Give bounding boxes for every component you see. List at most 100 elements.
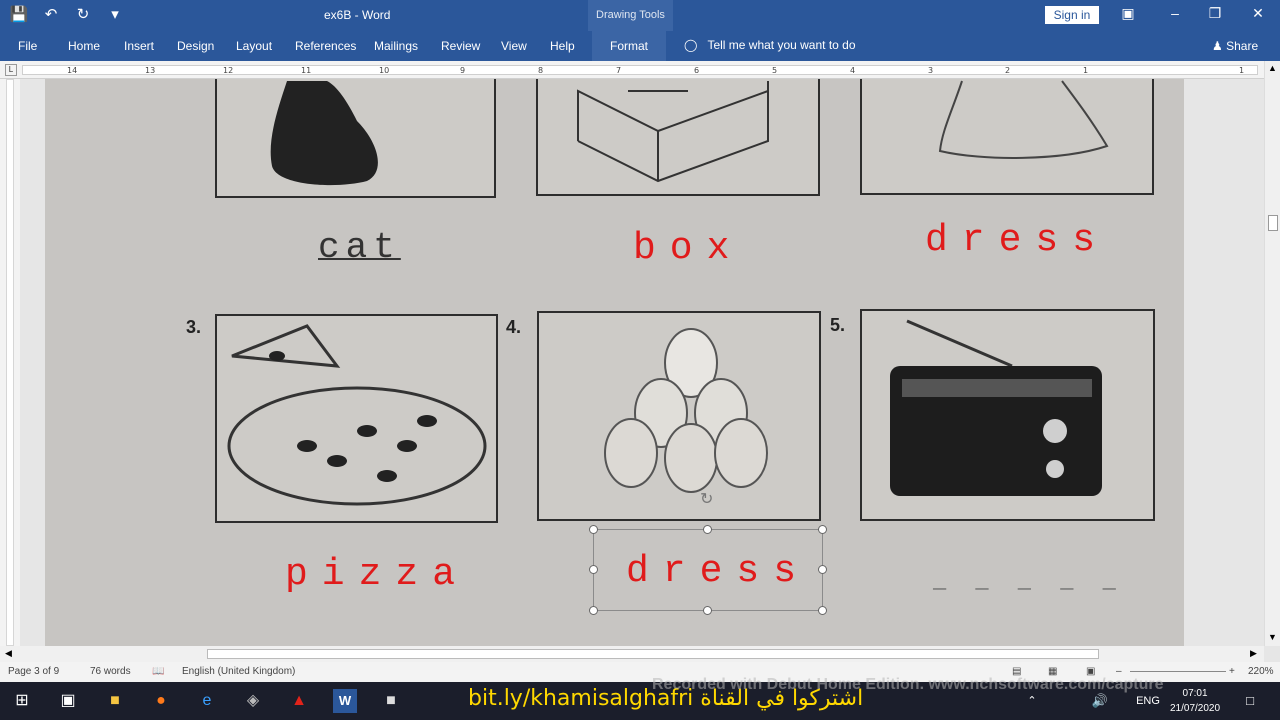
resize-handle[interactable] (818, 565, 827, 574)
resize-handle[interactable] (703, 606, 712, 615)
tray-expand-icon[interactable]: ⌃ (1020, 689, 1044, 713)
minimize-icon[interactable]: – (1163, 5, 1187, 21)
scroll-left-icon[interactable]: ◀ (5, 648, 12, 659)
clock[interactable]: 07:01 21/07/2020 (1170, 686, 1220, 716)
tab-help[interactable]: Help (550, 39, 575, 53)
word-cat[interactable]: cat (318, 227, 401, 268)
resize-handle[interactable] (818, 606, 827, 615)
tab-file[interactable]: File (18, 39, 37, 53)
ruler-label: 3 (928, 66, 934, 75)
file-explorer-icon[interactable]: ■ (103, 689, 127, 713)
tab-view[interactable]: View (501, 39, 527, 53)
close-icon[interactable]: ✕ (1246, 5, 1270, 22)
ruler-label: 5 (772, 66, 778, 75)
pizza-image (227, 324, 487, 506)
proofing-icon[interactable]: 📖 (152, 666, 164, 677)
quick-access-toolbar: 💾 ↶ ↻ ▾ (8, 5, 126, 25)
zoom-level[interactable]: 220% (1248, 666, 1274, 677)
customize-qat-icon[interactable]: ▾ (104, 5, 126, 25)
redo-icon[interactable]: ↻ (72, 5, 94, 25)
picture-dress[interactable] (860, 79, 1154, 195)
tab-references[interactable]: References (295, 39, 356, 53)
clock-time: 07:01 (1182, 688, 1208, 699)
ruler-label: 11 (301, 66, 312, 75)
save-icon[interactable]: 💾 (8, 5, 30, 25)
recorder-icon[interactable]: ■ (379, 689, 403, 713)
volume-icon[interactable]: 🔊 (1088, 689, 1112, 713)
word-dress-top[interactable]: dress (925, 219, 1109, 262)
zoom-slider[interactable] (1130, 671, 1226, 672)
ruler-track: 14 13 12 11 10 9 8 7 6 5 4 3 2 1 1 (22, 65, 1258, 75)
picture-radio[interactable] (860, 309, 1155, 521)
resize-handle[interactable] (589, 606, 598, 615)
scroll-right-icon[interactable]: ▶ (1250, 648, 1257, 659)
horizontal-ruler[interactable]: L 14 13 12 11 10 9 8 7 6 5 4 3 2 1 1 (0, 61, 1264, 79)
ruler-label: 10 (379, 66, 390, 75)
picture-cat[interactable] (215, 79, 496, 198)
vertical-scrollbar[interactable]: ▲ ▼ (1264, 61, 1280, 646)
selected-textbox[interactable]: dress (589, 525, 827, 615)
ruler-label: 2 (1005, 66, 1011, 75)
page-indicator[interactable]: Page 3 of 9 (8, 666, 59, 677)
resize-handle[interactable] (589, 565, 598, 574)
task-view-icon[interactable]: ▣ (56, 689, 80, 713)
rotate-handle-icon[interactable]: ↻ (700, 489, 713, 509)
vertical-scroll-thumb[interactable] (1268, 215, 1278, 231)
word-count[interactable]: 76 words (90, 666, 131, 677)
picture-eggs[interactable] (537, 311, 821, 521)
restore-icon[interactable]: ❐ (1203, 5, 1227, 22)
clock-date: 21/07/2020 (1170, 703, 1221, 714)
tab-layout[interactable]: Layout (236, 39, 272, 53)
language-indicator[interactable]: English (United Kingdom) (182, 666, 295, 677)
answer-blanks[interactable]: _ _ _ _ _ (933, 569, 1124, 594)
paint-icon[interactable]: ◈ (241, 689, 265, 713)
scroll-down-icon[interactable]: ▼ (1268, 632, 1277, 642)
word-taskbar-icon[interactable]: W (333, 689, 357, 713)
ruler-label: 8 (538, 66, 544, 75)
ruler-label: 7 (616, 66, 622, 75)
picture-pizza[interactable] (215, 314, 498, 523)
drawing-tools-label: Drawing Tools (588, 0, 673, 31)
windows-start-icon[interactable]: ⊞ (10, 689, 34, 713)
word-dress-selected[interactable]: dress (626, 550, 810, 593)
dress-image (938, 80, 1109, 159)
person-icon: ♟ (1212, 39, 1223, 53)
lightbulb-icon: ◯ (684, 38, 698, 52)
ruler-label: 4 (850, 66, 856, 75)
tab-home[interactable]: Home (68, 39, 100, 53)
resize-handle[interactable] (818, 525, 827, 534)
horizontal-scroll-thumb[interactable] (207, 649, 1099, 659)
share-button[interactable]: ♟ Share (1212, 39, 1258, 53)
tab-insert[interactable]: Insert (124, 39, 154, 53)
vertical-ruler[interactable] (0, 79, 20, 646)
horizontal-scrollbar[interactable]: ◀ ▶ (0, 646, 1264, 662)
title-bar: 💾 ↶ ↻ ▾ ex6B - Word Drawing Tools Sign i… (0, 0, 1280, 31)
word-pizza[interactable]: pizza (285, 553, 469, 596)
item-number: 4. (506, 317, 522, 337)
tab-format[interactable]: Format (592, 31, 666, 61)
acrobat-icon[interactable]: ▲ (287, 689, 311, 713)
tab-mailings[interactable]: Mailings (374, 39, 418, 53)
undo-icon[interactable]: ↶ (40, 5, 62, 25)
document-page[interactable]: cat box dress 3. 4. 5. ↻ pizza dress _ _… (45, 79, 1184, 646)
document-title: ex6B - Word (324, 8, 391, 22)
picture-box[interactable] (536, 79, 820, 196)
ribbon-display-icon[interactable]: ▣ (1116, 5, 1140, 22)
word-box[interactable]: box (633, 227, 743, 270)
edge-icon[interactable]: e (195, 689, 219, 713)
resize-handle[interactable] (703, 525, 712, 534)
tell-me-box[interactable]: ◯ Tell me what you want to do (684, 38, 856, 52)
scroll-up-icon[interactable]: ▲ (1268, 63, 1277, 73)
ruler-label: 6 (694, 66, 700, 75)
sign-in-button[interactable]: Sign in (1045, 6, 1099, 24)
tab-design[interactable]: Design (177, 39, 214, 53)
notifications-icon[interactable]: □ (1238, 689, 1262, 713)
tab-review[interactable]: Review (441, 39, 480, 53)
firefox-icon[interactable]: ● (149, 689, 173, 713)
resize-handle[interactable] (589, 525, 598, 534)
tab-selector[interactable]: L (5, 64, 17, 76)
zoom-in-icon[interactable]: + (1229, 666, 1235, 677)
tell-me-label: Tell me what you want to do (707, 38, 856, 52)
language-tray[interactable]: ENG (1136, 689, 1160, 713)
item-number: 3. (186, 317, 202, 337)
